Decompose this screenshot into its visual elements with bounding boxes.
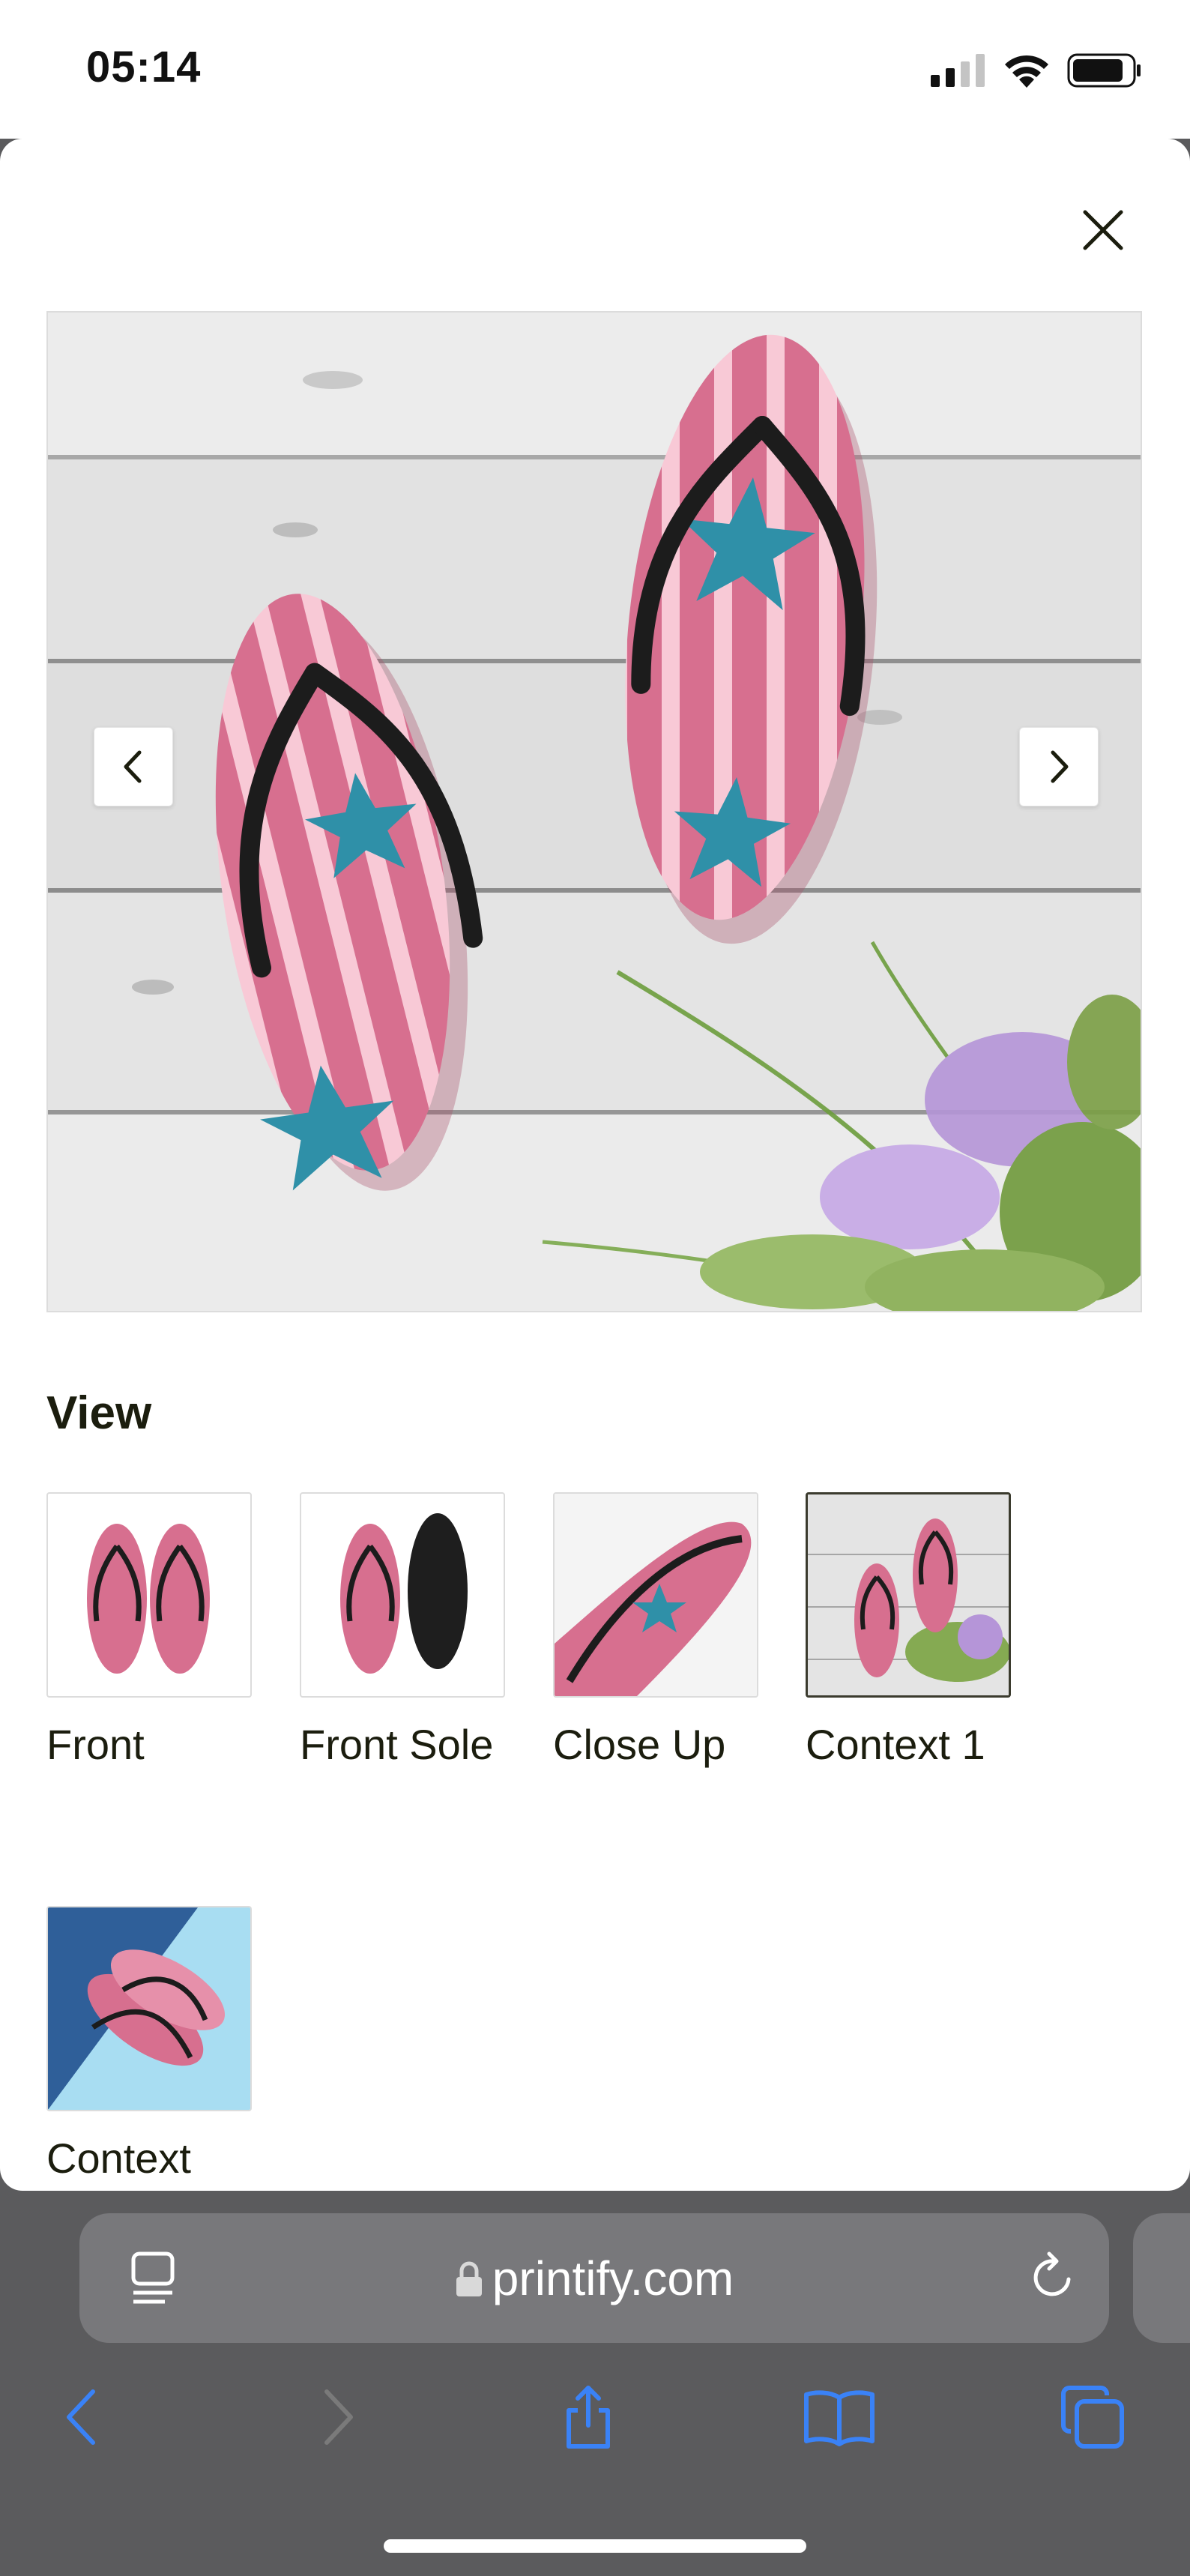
thumbnail-label: Front Sole xyxy=(300,1721,494,1768)
thumbnail-front[interactable] xyxy=(46,1492,252,1698)
previous-image-button[interactable] xyxy=(94,727,173,806)
thumbnail-label: Close Up xyxy=(553,1721,726,1768)
status-icons xyxy=(931,48,1142,93)
share-button[interactable] xyxy=(551,2380,626,2455)
close-button[interactable] xyxy=(1072,199,1135,262)
thumbnail-front-sole[interactable] xyxy=(300,1492,505,1698)
product-main-image[interactable] xyxy=(46,311,1142,1312)
bookmarks-button[interactable] xyxy=(802,2380,877,2455)
url-text: printify.com xyxy=(492,2251,734,2305)
thumbnail-front-image xyxy=(87,1524,210,1674)
thumbnail-front-sole-image xyxy=(340,1513,468,1674)
back-icon xyxy=(67,2389,95,2445)
next-tab-address-bar[interactable] xyxy=(1133,2213,1190,2343)
thumbnail-context-image xyxy=(48,1907,250,2110)
thumbnail-close-up-image xyxy=(555,1494,757,1696)
flip-flops-context-image xyxy=(48,313,1141,1311)
status-time: 05:14 xyxy=(86,43,202,91)
wifi-icon xyxy=(1005,55,1048,88)
thumbnail-context-1-image xyxy=(808,1494,1009,1695)
address-bar[interactable]: printify.com xyxy=(79,2213,1109,2343)
status-bar: 05:14 xyxy=(0,0,1190,139)
product-image-modal: View Front Front Sole Close Up Context 1… xyxy=(0,139,1190,2191)
thumbnail-context[interactable] xyxy=(46,1906,252,2111)
forward-icon xyxy=(324,2389,353,2445)
forward-button[interactable] xyxy=(300,2380,375,2455)
battery-icon xyxy=(1067,53,1141,88)
thumbnail-label: Front xyxy=(46,1721,145,1768)
tabs-icon xyxy=(1061,2386,1124,2449)
back-button[interactable] xyxy=(45,2380,120,2455)
tabs-button[interactable] xyxy=(1055,2380,1130,2455)
reload-icon[interactable] xyxy=(1027,2249,1079,2310)
thumbnail-close-up[interactable] xyxy=(553,1492,758,1698)
lock-icon xyxy=(456,2261,482,2296)
cellular-signal-icon xyxy=(931,54,985,87)
share-icon xyxy=(567,2386,610,2449)
view-heading: View xyxy=(46,1387,152,1439)
bookmarks-icon xyxy=(804,2390,875,2446)
chevron-right-icon xyxy=(1051,750,1069,783)
url-display[interactable]: printify.com xyxy=(79,2251,1109,2306)
close-icon xyxy=(1083,210,1123,250)
thumbnail-label: Context xyxy=(46,2135,191,2182)
next-image-button[interactable] xyxy=(1019,727,1099,806)
chevron-left-icon xyxy=(124,750,142,783)
thumbnail-label: Context 1 xyxy=(806,1721,985,1768)
thumbnail-context-1[interactable] xyxy=(806,1492,1011,1698)
home-indicator xyxy=(384,2539,806,2553)
